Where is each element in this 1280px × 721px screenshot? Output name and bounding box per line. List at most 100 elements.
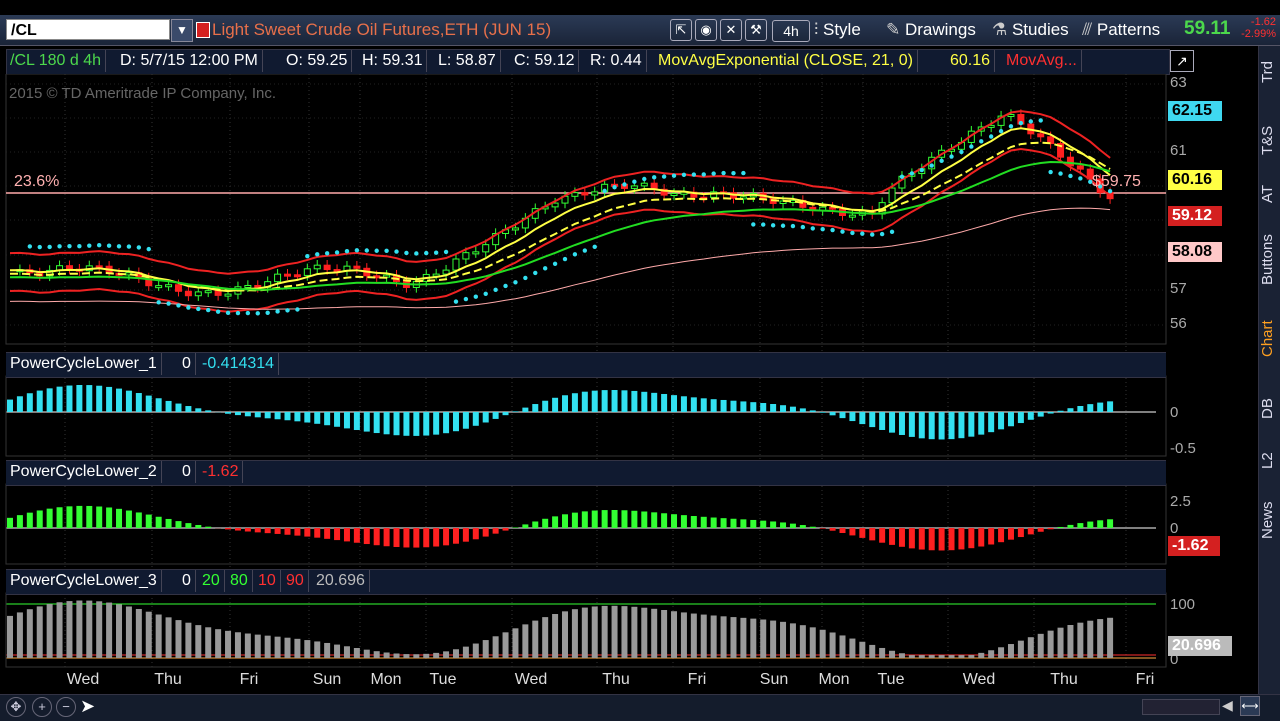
price-change: -1.62 -2.99% (1240, 16, 1276, 40)
pane3-bar (493, 636, 499, 658)
pane3-bar (1087, 621, 1093, 658)
symbol-input[interactable]: /CL (6, 19, 170, 40)
zoom-out-icon[interactable]: − (56, 697, 76, 717)
share-icon[interactable]: ⇱ (670, 19, 692, 41)
candle-body (205, 291, 211, 293)
pane1-study-name[interactable]: PowerCycleLower_1 (6, 353, 162, 375)
symbol-dropdown-button[interactable]: ▼ (171, 19, 193, 42)
sidebar-tab-buttons[interactable]: Buttons (1259, 226, 1280, 294)
pane3-bar (998, 647, 1004, 658)
bar-high: H: 59.31 (358, 50, 427, 72)
pane2-bar (582, 511, 588, 528)
pane3-bar (542, 617, 548, 658)
x-axis-label: Wed (513, 671, 549, 689)
candle-body (285, 274, 291, 276)
pane3-bar (473, 644, 479, 658)
pane1-bar (285, 412, 291, 420)
cyan-dot (513, 280, 517, 284)
pane3-bar (116, 604, 122, 658)
style-menu[interactable]: ⫶ Style (814, 18, 861, 42)
cyan-dot (464, 297, 468, 301)
pane1-bar (532, 404, 538, 412)
pane1-bar (245, 412, 251, 416)
study-movavg-label[interactable]: MovAvg... (1002, 50, 1082, 72)
sidebar-tab-ts[interactable]: T&S (1259, 116, 1280, 164)
cyan-dot (999, 129, 1003, 133)
pane3-bar (869, 645, 875, 658)
cyan-dot (394, 249, 398, 253)
symbol-flag-icon[interactable] (196, 22, 210, 38)
cyan-dot (830, 228, 834, 232)
sidebar-tab-db[interactable]: DB (1259, 392, 1280, 426)
cyan-dot (900, 175, 904, 179)
cursor-icon[interactable]: ➤ (80, 696, 95, 717)
cyan-dot (87, 243, 91, 247)
pane3-bar (949, 655, 955, 658)
studies-menu[interactable]: ⚗ Studies (992, 18, 1069, 42)
pane3-bar (245, 634, 251, 658)
pane1-bar (1008, 412, 1014, 426)
pane1-bar (255, 412, 261, 417)
pane1-bar (47, 388, 53, 412)
pane3-bar (1067, 625, 1073, 658)
patterns-menu[interactable]: ⫻ Patterns (1082, 18, 1160, 42)
cyan-dot (692, 172, 696, 176)
pane1-bar (1038, 412, 1044, 417)
pane3-bar (770, 621, 776, 658)
x-axis-label: Wed (961, 671, 997, 689)
sidebar-tab-news[interactable]: News (1259, 494, 1280, 546)
chart-canvas[interactable] (0, 74, 1258, 694)
sidebar-tab-trd[interactable]: Trd (1259, 52, 1280, 92)
pan-icon[interactable]: ✥ (6, 697, 26, 717)
pane2-bar (602, 510, 608, 528)
cyan-dot (979, 139, 983, 143)
settings-circle-icon[interactable]: ◉ (695, 19, 717, 41)
pane1-bar (939, 412, 945, 439)
study-ema-label[interactable]: MovAvgExponential (CLOSE, 21, 0) (654, 50, 918, 72)
pane3-bar (106, 603, 112, 658)
price-tick: 61 (1170, 142, 1187, 159)
pane1-bar (929, 412, 935, 439)
pane2-bar (423, 528, 429, 547)
pane3-bar (483, 640, 489, 658)
pane3-bar (859, 642, 865, 658)
candle-body (552, 203, 558, 207)
zoom-in-icon[interactable]: + (32, 697, 52, 717)
pane2-bar (711, 518, 717, 528)
pane1-bar (760, 403, 766, 412)
pane1-bar (750, 402, 756, 412)
pane2-bar (1097, 520, 1103, 528)
horizontal-scrollbar[interactable] (1142, 699, 1220, 715)
pane2-bar (849, 528, 855, 535)
cyan-dot (969, 144, 973, 148)
pane1-bar (1048, 412, 1054, 414)
cyan-dot (1048, 170, 1052, 174)
pane2-bar (919, 528, 925, 550)
candle-body (582, 193, 588, 195)
pane2-study-name[interactable]: PowerCycleLower_2 (6, 461, 162, 483)
pane1-bar (651, 393, 657, 412)
drawings-menu[interactable]: ✎ Drawings (886, 18, 976, 42)
crosshair-icon[interactable]: ✕ (720, 19, 742, 41)
pane3-value: 20.696 (312, 570, 370, 592)
pane3-bar (968, 655, 974, 658)
cyan-dot (166, 301, 170, 305)
sidebar-tab-l2[interactable]: L2 (1259, 446, 1280, 476)
pane3-study-name[interactable]: PowerCycleLower_3 (6, 570, 162, 592)
cyan-dot (285, 308, 289, 312)
expand-icon[interactable]: ⟷ (1240, 696, 1260, 716)
sidebar-tab-chart[interactable]: Chart (1259, 314, 1280, 364)
scroll-left-icon[interactable]: ◀ (1222, 697, 1233, 714)
candle-body (185, 291, 191, 295)
pane2-bar (661, 513, 667, 528)
candle-body (671, 194, 677, 196)
aggregation-button[interactable]: 4h (772, 20, 810, 42)
wrench-icon[interactable]: ⚒ (745, 19, 767, 41)
pane1-bar (483, 412, 489, 422)
sidebar-tab-at[interactable]: AT (1259, 176, 1280, 212)
pane2-bar (344, 528, 350, 541)
cyan-dot (702, 172, 706, 176)
pane2-bar (681, 515, 687, 528)
chart-expand-icon[interactable]: ↗ (1170, 50, 1194, 72)
pane3-bar (552, 614, 558, 658)
